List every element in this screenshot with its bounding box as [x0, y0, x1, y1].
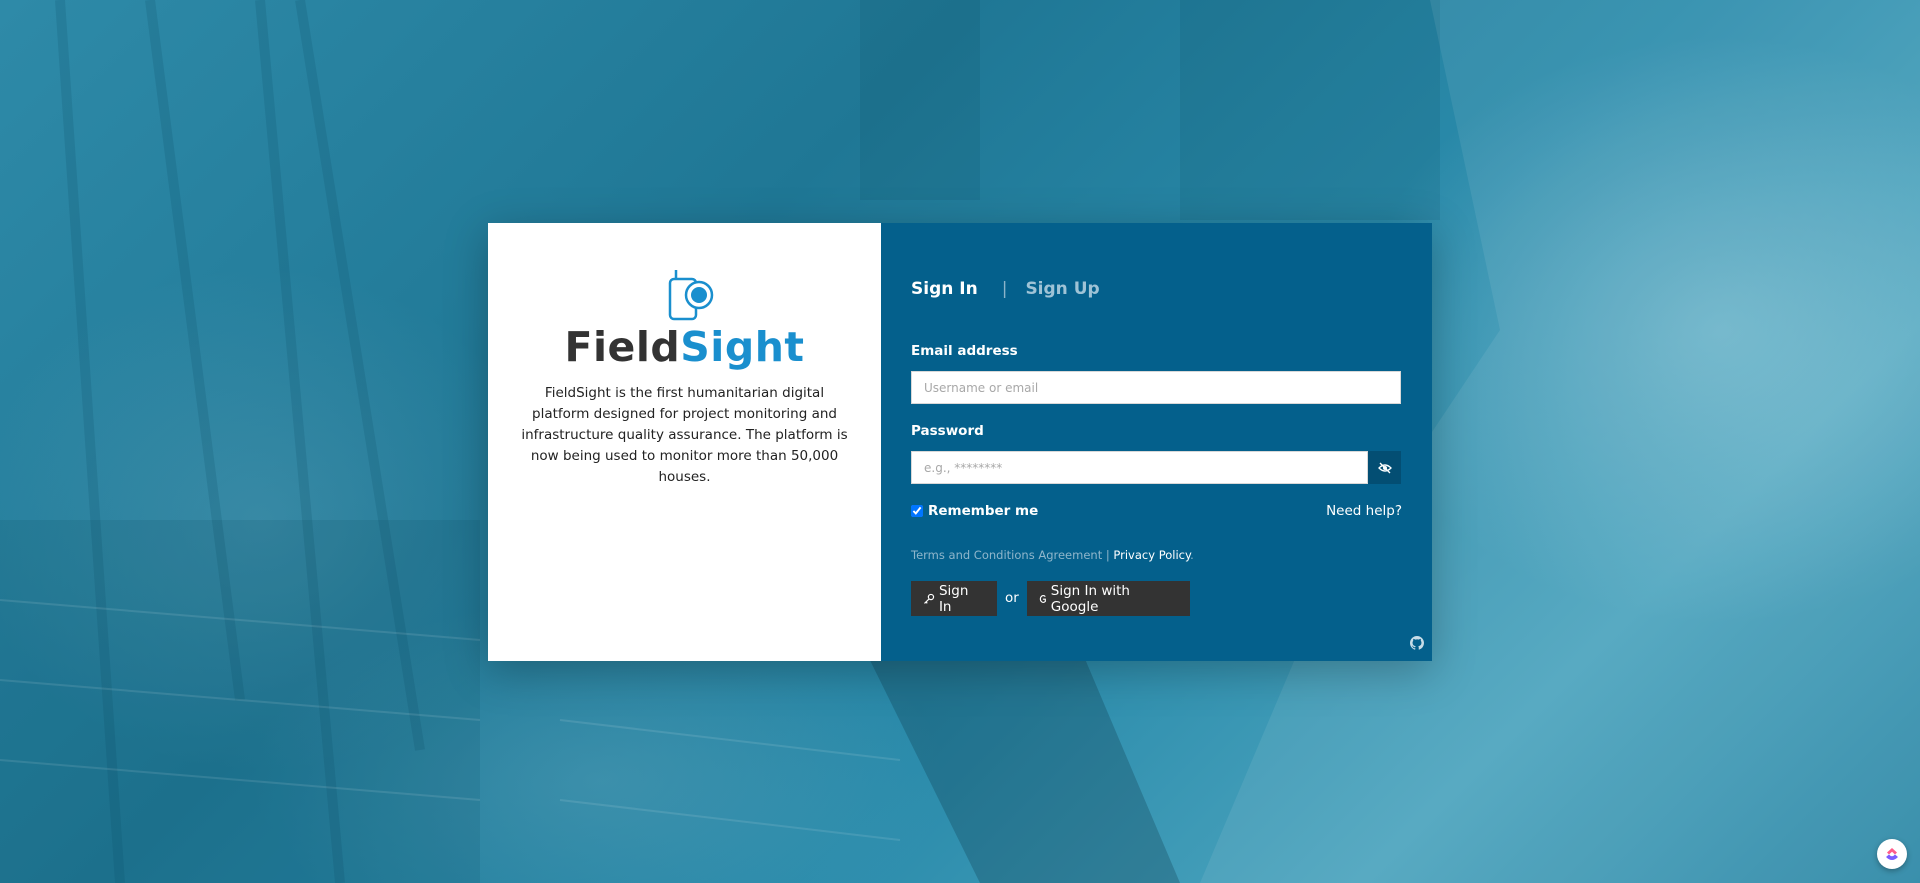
- email-label: Email address: [911, 343, 1018, 359]
- eye-slash-icon: [1377, 462, 1392, 473]
- login-card: FieldSight FieldSight is the first human…: [488, 223, 1432, 661]
- github-icon[interactable]: [1410, 636, 1424, 650]
- tab-separator: |: [1001, 279, 1008, 299]
- brand-wordmark: FieldSight: [488, 323, 881, 371]
- terms-link[interactable]: Terms and Conditions Agreement: [911, 548, 1102, 562]
- brand-description: FieldSight is the first humanitarian dig…: [521, 385, 848, 485]
- email-field[interactable]: [911, 371, 1401, 404]
- auth-tabs: Sign In | Sign Up: [911, 279, 1100, 299]
- key-icon: [924, 593, 935, 604]
- sign-in-with-google-button[interactable]: Sign In with Google: [1027, 581, 1190, 616]
- tab-sign-in[interactable]: Sign In: [911, 279, 978, 299]
- remember-me[interactable]: Remember me: [911, 503, 1038, 519]
- sign-in-button[interactable]: Sign In: [911, 581, 997, 616]
- brand-name-field: Field: [564, 323, 681, 371]
- google-g-icon: [1039, 594, 1046, 603]
- sign-in-button-label: Sign In: [938, 582, 969, 615]
- privacy-policy-link[interactable]: Privacy Policy: [1113, 548, 1190, 562]
- legal-end: .: [1190, 548, 1194, 562]
- toggle-password-visibility-button[interactable]: [1368, 451, 1401, 484]
- password-label: Password: [911, 423, 984, 439]
- remember-me-checkbox[interactable]: [911, 505, 923, 517]
- auth-panel: Sign In | Sign Up Email address Password…: [881, 223, 1432, 661]
- tab-sign-up[interactable]: Sign Up: [1025, 279, 1099, 299]
- legal-links: Terms and Conditions Agreement | Privacy…: [911, 548, 1194, 562]
- password-field[interactable]: [911, 451, 1368, 484]
- clickup-widget-icon: [1886, 848, 1898, 860]
- remember-me-label: Remember me: [928, 503, 1039, 519]
- brand-panel: FieldSight FieldSight is the first human…: [488, 223, 881, 661]
- fieldsight-camera-logo-icon: [668, 270, 714, 321]
- legal-separator: |: [1102, 548, 1114, 562]
- or-separator: or: [1005, 590, 1019, 606]
- google-button-label: Sign In with Google: [1050, 582, 1130, 615]
- clickup-widget-button[interactable]: [1877, 839, 1907, 869]
- need-help-link[interactable]: Need help?: [1326, 503, 1402, 519]
- brand-name-sight: Sight: [680, 323, 805, 371]
